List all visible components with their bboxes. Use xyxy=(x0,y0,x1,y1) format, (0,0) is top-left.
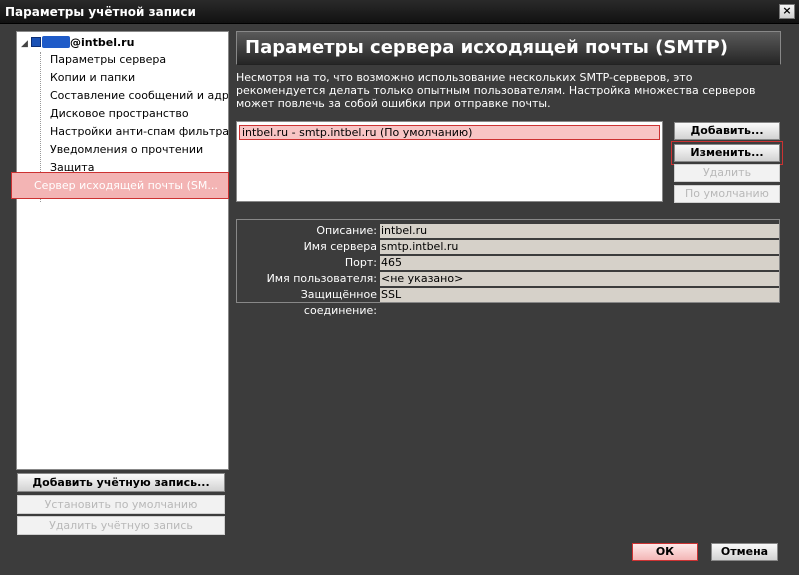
detail-row-description: Описание: intbel.ru xyxy=(237,223,780,239)
set-default-server-button[interactable]: По умолчанию xyxy=(674,185,780,203)
tree-item-outgoing-server[interactable]: Сервер исходящей почты (SM... xyxy=(11,172,229,199)
tree-item-copies-folders[interactable]: Копии и папки xyxy=(50,69,228,87)
list-item[interactable]: intbel.ru - smtp.intbel.ru (По умолчанию… xyxy=(239,125,660,140)
tree-item-disk-space[interactable]: Дисковое пространство xyxy=(50,105,228,123)
ok-button[interactable]: ОК xyxy=(632,543,698,561)
redacted-username xyxy=(42,36,70,48)
tree-item-server-settings[interactable]: Параметры сервера xyxy=(50,51,228,69)
window-title: Параметры учётной записи xyxy=(5,5,196,19)
remove-server-button[interactable]: Удалить xyxy=(674,164,780,182)
set-default-account-button[interactable]: Установить по умолчанию xyxy=(17,495,225,514)
panel-description: Несмотря на то, что возможно использован… xyxy=(236,71,756,110)
tree-item-composition[interactable]: Составление сообщений и адр... xyxy=(50,87,228,105)
detail-row-port: Порт: 465 xyxy=(237,255,780,271)
close-icon[interactable]: × xyxy=(779,4,795,19)
expand-arrow-icon[interactable]: ◢ xyxy=(21,36,31,52)
folder-icon xyxy=(31,37,41,47)
detail-row-secure-connection: Защищённое соединение: SSL xyxy=(237,287,780,317)
account-name: @intbel.ru xyxy=(70,36,135,49)
account-tree[interactable]: ◢ @intbel.ru Параметры сервера Копии и па… xyxy=(11,31,229,470)
tree-account-root[interactable]: ◢ @intbel.ru xyxy=(21,35,134,51)
tree-item-label: Сервер исходящей почты (SM... xyxy=(34,179,218,192)
tree-item-antispam[interactable]: Настройки анти-спам фильтра xyxy=(50,123,228,141)
add-account-button[interactable]: Добавить учётную запись... xyxy=(17,473,225,492)
detail-row-username: Имя пользователя: <не указано> xyxy=(237,271,780,287)
detail-row-server-name: Имя сервера smtp.intbel.ru xyxy=(237,239,780,255)
tree-item-read-receipts[interactable]: Уведомления о прочтении xyxy=(50,141,228,159)
window-titlebar: Параметры учётной записи × xyxy=(0,0,799,24)
edit-server-button[interactable]: Изменить... xyxy=(671,141,783,165)
server-details: Описание: intbel.ru Имя сервера smtp.int… xyxy=(236,219,780,317)
page-title: Параметры сервера исходящей почты (SMTP) xyxy=(236,31,781,65)
smtp-server-list[interactable]: intbel.ru - smtp.intbel.ru (По умолчанию… xyxy=(236,121,663,202)
remove-account-button[interactable]: Удалить учётную запись xyxy=(17,516,225,535)
cancel-button[interactable]: Отмена xyxy=(711,543,778,561)
add-server-button[interactable]: Добавить... xyxy=(674,122,780,140)
